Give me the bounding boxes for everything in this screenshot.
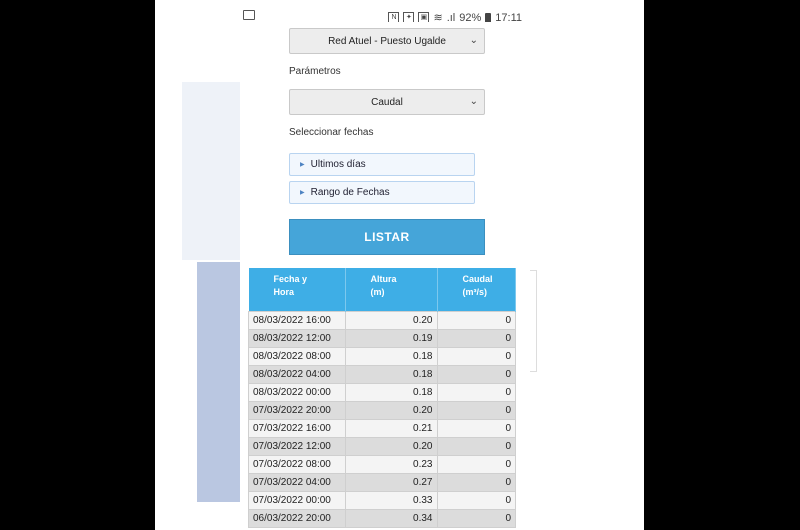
cell-fecha: 07/03/2022 20:00: [248, 401, 346, 420]
cell-altura: 0.20: [344, 401, 438, 420]
header-fecha[interactable]: Fecha y Hora: [248, 268, 346, 312]
accordion-ultimos-dias[interactable]: ▶ Ultimos días: [289, 153, 475, 176]
cell-altura: 0.27: [344, 473, 438, 492]
table-row: 07/03/2022 00:00 0.33 0: [248, 491, 516, 510]
triangle-right-icon: ▶: [300, 190, 305, 196]
cell-caudal: 0: [436, 509, 516, 528]
parametros-select[interactable]: Caudal ⌄: [289, 89, 485, 115]
cell-altura: 0.18: [344, 383, 438, 402]
cell-caudal: 0: [436, 401, 516, 420]
parametros-label: Parámetros: [289, 66, 341, 77]
cell-caudal: 0: [436, 455, 516, 474]
cell-fecha: 07/03/2022 00:00: [248, 491, 346, 510]
table-row: 07/03/2022 20:00 0.20 0: [248, 401, 516, 420]
table-row: 07/03/2022 08:00 0.23 0: [248, 455, 516, 474]
cell-fecha: 06/03/2022 20:00: [248, 509, 346, 528]
fechas-label: Seleccionar fechas: [289, 127, 374, 138]
data-table: Fecha y Hora Altura (m) Caudal (m³/s) 08/03…: [248, 268, 516, 528]
cell-altura: 0.20: [344, 437, 438, 456]
cell-fecha: 08/03/2022 00:00: [248, 383, 346, 402]
header-line: (m³/s): [462, 287, 488, 297]
cell-fecha: 08/03/2022 04:00: [248, 365, 346, 384]
cell-altura: 0.19: [344, 329, 438, 348]
cell-fecha: 08/03/2022 08:00: [248, 347, 346, 366]
chevron-down-icon: ⌄: [469, 35, 478, 46]
table-row: 06/03/2022 20:00 0.34 0: [248, 509, 516, 528]
cell-caudal: 0: [436, 419, 516, 438]
cell-fecha: 08/03/2022 16:00: [248, 311, 346, 330]
background-page-panel: [182, 82, 242, 260]
cell-fecha: 07/03/2022 04:00: [248, 473, 346, 492]
cell-altura: 0.18: [344, 347, 438, 366]
cell-altura: 0.20: [344, 311, 438, 330]
table-row: 08/03/2022 00:00 0.18 0: [248, 383, 516, 402]
cell-altura: 0.18: [344, 365, 438, 384]
header-line: (m): [370, 287, 385, 297]
table-row: 07/03/2022 16:00 0.21 0: [248, 419, 516, 438]
table-row: 07/03/2022 12:00 0.20 0: [248, 437, 516, 456]
cell-fecha: 07/03/2022 08:00: [248, 455, 346, 474]
parametros-select-value: Caudal: [371, 96, 403, 108]
cell-caudal: 0: [436, 347, 516, 366]
cell-caudal: 0: [436, 329, 516, 348]
table-row: 08/03/2022 04:00 0.18 0: [248, 365, 516, 384]
station-select[interactable]: Red Atuel - Puesto Ugalde ⌄: [289, 28, 485, 54]
popup-content: Red Atuel - Puesto Ugalde ⌄ Parámetros C…: [240, 22, 530, 530]
table-row: 08/03/2022 16:00 0.20 0: [248, 311, 516, 330]
cell-caudal: 0: [436, 311, 516, 330]
phone-screen: N ✦ ▣ ≋ .ıl 92% 17:11 Red Atuel - Puesto…: [155, 0, 644, 530]
station-select-value: Red Atuel - Puesto Ugalde: [328, 35, 446, 47]
triangle-right-icon: ▶: [300, 162, 305, 168]
cell-caudal: 0: [436, 437, 516, 456]
cell-altura: 0.34: [344, 509, 438, 528]
cell-fecha: 07/03/2022 12:00: [248, 437, 346, 456]
header-altura[interactable]: Altura (m): [345, 268, 438, 312]
cell-fecha: 07/03/2022 16:00: [248, 419, 346, 438]
cell-caudal: 0: [436, 491, 516, 510]
accordion-rango-fechas[interactable]: ▶ Rango de Fechas: [289, 181, 475, 204]
listar-button[interactable]: LISTAR: [289, 219, 485, 255]
screen-icon: [243, 10, 255, 20]
chevron-down-icon: ⌄: [469, 96, 478, 107]
cell-altura: 0.21: [344, 419, 438, 438]
table-header-row: Fecha y Hora Altura (m) Caudal (m³/s): [248, 268, 516, 312]
cell-fecha: 08/03/2022 12:00: [248, 329, 346, 348]
table-row: 08/03/2022 12:00 0.19 0: [248, 329, 516, 348]
cell-altura: 0.33: [344, 491, 438, 510]
table-row: 08/03/2022 08:00 0.18 0: [248, 347, 516, 366]
battery-icon: [485, 12, 492, 23]
header-line: Hora: [273, 287, 295, 297]
header-line: Fecha y: [273, 274, 308, 284]
cell-caudal: 0: [436, 383, 516, 402]
accordion-label: Ultimos días: [310, 159, 366, 170]
cell-altura: 0.23: [344, 455, 438, 474]
cell-caudal: 0: [436, 365, 516, 384]
header-line: Altura: [370, 274, 397, 284]
table-row: 07/03/2022 04:00 0.27 0: [248, 473, 516, 492]
accordion-label: Rango de Fechas: [310, 187, 390, 198]
cell-caudal: 0: [436, 473, 516, 492]
header-caudal[interactable]: Caudal (m³/s): [437, 268, 516, 312]
header-line: Caudal: [462, 274, 493, 284]
